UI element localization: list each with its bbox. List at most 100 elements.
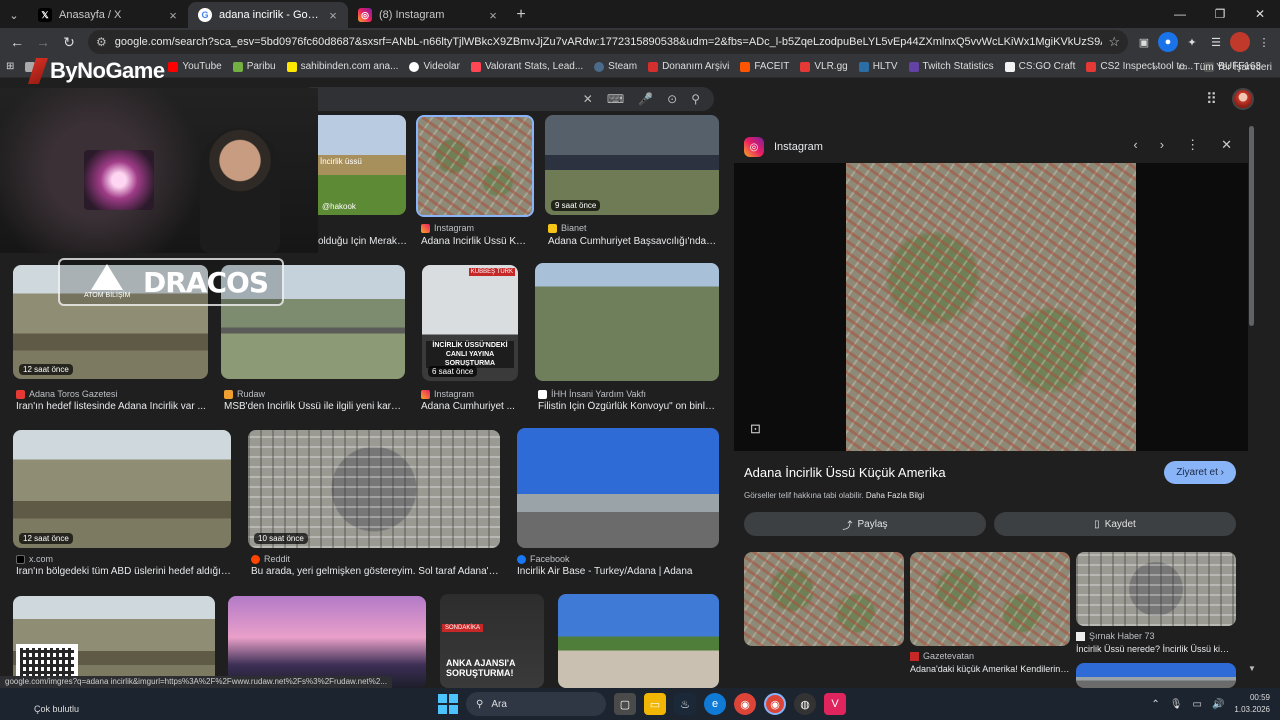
- reading-list-icon[interactable]: ☰: [1206, 32, 1226, 52]
- panel-scrollbar[interactable]: [1249, 126, 1254, 326]
- network-icon[interactable]: ▭: [1193, 699, 1202, 710]
- related-image[interactable]: [1076, 663, 1236, 688]
- result-image[interactable]: İncirlik üssü @hakook: [318, 115, 406, 215]
- next-icon[interactable]: ›: [1160, 137, 1164, 153]
- file-explorer-icon[interactable]: ▭: [644, 693, 666, 715]
- new-tab-button[interactable]: +: [508, 2, 534, 28]
- result-image[interactable]: 12 saat önce: [13, 430, 231, 548]
- bookmark-item[interactable]: Steam: [594, 61, 637, 72]
- edge-icon[interactable]: e: [704, 693, 726, 715]
- result-caption[interactable]: İran'ın hedef listesinde Adana İncirlik …: [16, 401, 208, 412]
- learn-more-link[interactable]: Daha Fazla Bilgi: [866, 491, 924, 500]
- related-caption[interactable]: Adana'daki küçük Amerika! Kendilerine...: [910, 664, 1070, 674]
- address-bar[interactable]: ⚙ google.com/search?sca_esv=5bd0976fc60d…: [88, 30, 1128, 54]
- more-icon[interactable]: ⋮: [1254, 32, 1274, 52]
- scroll-down-icon[interactable]: ▼: [1248, 664, 1256, 673]
- task-view-icon[interactable]: ▢: [614, 693, 636, 715]
- result-caption[interactable]: İran'ın bölgedeki tüm ABD üslerini hedef…: [16, 566, 232, 577]
- tab-instagram[interactable]: ◎ (8) Instagram ×: [348, 2, 508, 28]
- more-icon[interactable]: ⋮: [1186, 137, 1199, 153]
- minimize-button[interactable]: —: [1160, 0, 1200, 28]
- result-source[interactable]: x.com: [16, 554, 53, 564]
- apps-icon[interactable]: ⊞: [6, 61, 14, 72]
- all-bookmarks-button[interactable]: Tüm Yer İşaretleri: [1194, 62, 1272, 73]
- related-image[interactable]: [744, 552, 904, 646]
- panel-source[interactable]: ◎ Instagram: [744, 137, 823, 157]
- bookmark-item[interactable]: Donanım Arşivi: [648, 61, 729, 72]
- forward-button[interactable]: →: [30, 29, 56, 55]
- keyboard-icon[interactable]: ⌨: [607, 92, 624, 106]
- obs-icon[interactable]: ◍: [794, 693, 816, 715]
- bookmark-item[interactable]: CS:GO Craft: [1004, 61, 1075, 72]
- bookmark-item[interactable]: Valorant Stats, Lead...: [470, 61, 583, 72]
- result-image[interactable]: [558, 594, 719, 688]
- bookmark-star-icon[interactable]: ☆: [1108, 34, 1120, 50]
- extension-icon[interactable]: ●: [1158, 32, 1178, 52]
- windows-start-icon[interactable]: [438, 694, 458, 714]
- share-button[interactable]: ⤴ Paylaş: [744, 512, 986, 536]
- tab-google-search[interactable]: G adana incirlik - Google'da Ara ×: [188, 2, 348, 28]
- result-source[interactable]: İHH İnsani Yardım Vakfı: [538, 389, 646, 399]
- bookmark-item[interactable]: YouTube: [168, 61, 222, 72]
- result-caption[interactable]: Adana Cumhuriyet Başsavcılığı'ndan...: [548, 236, 718, 247]
- result-source[interactable]: Rudaw: [224, 389, 265, 399]
- related-source[interactable]: Gazetevatan: [910, 651, 974, 661]
- volume-icon[interactable]: 🔊: [1212, 699, 1224, 710]
- profile-avatar[interactable]: [1230, 32, 1250, 52]
- extension-icon[interactable]: ▣: [1134, 32, 1154, 52]
- related-caption[interactable]: İncirlik Üssü nerede? İncirlik Üssü kimi…: [1076, 644, 1236, 654]
- lens-icon[interactable]: ⊙: [667, 92, 677, 106]
- close-icon[interactable]: ✕: [1221, 137, 1232, 153]
- bookmark-item[interactable]: Videolar: [409, 61, 460, 72]
- result-caption[interactable]: Adana Cumhuriyet ...: [421, 401, 517, 412]
- site-info-icon[interactable]: ⚙: [96, 35, 107, 49]
- close-window-button[interactable]: ✕: [1240, 0, 1280, 28]
- result-image[interactable]: [517, 428, 719, 548]
- lens-search-icon[interactable]: ⊡: [750, 421, 761, 437]
- bookmark-item[interactable]: Twitch Statistics: [908, 61, 994, 72]
- result-source[interactable]: Bianet: [548, 223, 587, 233]
- search-icon[interactable]: ⚲: [691, 92, 700, 106]
- close-icon[interactable]: ×: [486, 8, 500, 23]
- weather-label[interactable]: Çok bulutlu: [34, 704, 79, 714]
- result-image[interactable]: 10 saat önce: [248, 430, 500, 548]
- result-caption[interactable]: MSB'den İncirlik Üssü ile ilgili yeni ka…: [224, 401, 404, 412]
- preview-title[interactable]: Adana İncirlik Üssü Küçük Amerika: [744, 465, 946, 480]
- visit-button[interactable]: Ziyaret et ›: [1164, 461, 1236, 484]
- result-image[interactable]: [228, 596, 426, 688]
- related-source[interactable]: Şırnak Haber 73: [1076, 631, 1155, 641]
- previous-icon[interactable]: ‹: [1133, 137, 1137, 153]
- bookmark-item[interactable]: VLR.gg: [800, 61, 848, 72]
- back-button[interactable]: ←: [4, 29, 30, 55]
- tab-search-button[interactable]: ⌄: [0, 2, 28, 28]
- result-source[interactable]: Reddit: [251, 554, 290, 564]
- tab-x[interactable]: 𝕏 Anasayfa / X ×: [28, 2, 188, 28]
- close-icon[interactable]: ×: [326, 8, 340, 23]
- puzzle-icon[interactable]: ✦: [1182, 32, 1202, 52]
- steam-icon[interactable]: ♨: [674, 693, 696, 715]
- bookmark-item[interactable]: Paribu: [232, 61, 276, 72]
- related-image[interactable]: [910, 552, 1070, 646]
- save-button[interactable]: ▯ Kaydet: [994, 512, 1236, 536]
- taskbar-search[interactable]: ⚲ Ara: [466, 692, 606, 716]
- result-image[interactable]: SONDAKİKA ANKA AJANSI'A SORUŞTURMA!: [440, 594, 544, 688]
- result-source[interactable]: Facebook: [517, 554, 570, 564]
- result-image[interactable]: [535, 263, 719, 381]
- result-source[interactable]: Instagram: [421, 223, 474, 233]
- app-icon[interactable]: V: [824, 693, 846, 715]
- reload-button[interactable]: ↻: [56, 29, 82, 55]
- chrome-active-icon[interactable]: ◉: [764, 693, 786, 715]
- result-caption[interactable]: Filistin İçin Özgürlük Konvoyu" on binle…: [538, 401, 718, 412]
- account-avatar[interactable]: [1232, 88, 1254, 110]
- clock[interactable]: 00:59 1.03.2026: [1234, 692, 1270, 716]
- search-box[interactable]: ✕ ⌨ 🎤 ⊙ ⚲: [300, 87, 714, 111]
- result-caption[interactable]: Adana İncirlik Üssü Kü...: [421, 236, 529, 247]
- bookmark-item[interactable]: HLTV: [858, 61, 898, 72]
- result-image-selected[interactable]: [416, 115, 534, 217]
- tray-chevron-icon[interactable]: ⌃: [1151, 699, 1159, 710]
- result-source[interactable]: Instagram: [421, 389, 474, 399]
- result-image[interactable]: 9 saat önce: [545, 115, 719, 215]
- mic-icon[interactable]: 🎤: [638, 92, 653, 106]
- result-caption[interactable]: İncirlik Air Base - Turkey/Adana | Adana: [517, 566, 717, 577]
- bookmark-item[interactable]: sahibinden.com ana...: [286, 61, 398, 72]
